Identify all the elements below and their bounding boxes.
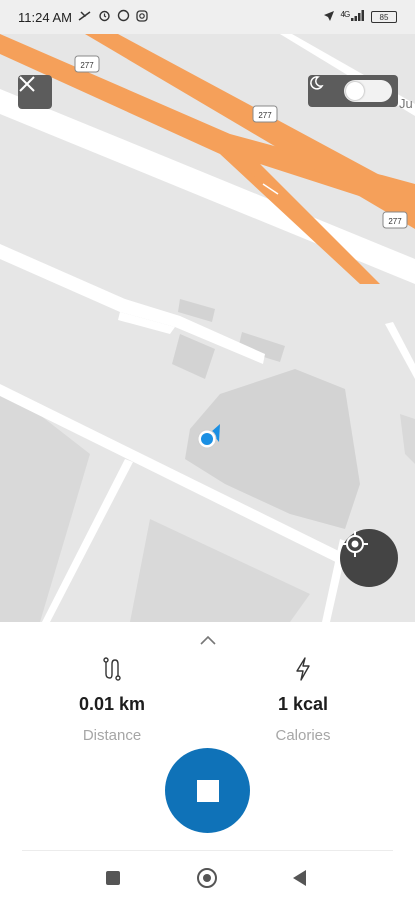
back-icon[interactable] xyxy=(293,870,306,886)
stop-workout-button[interactable] xyxy=(165,748,250,833)
missed-call-icon xyxy=(78,10,92,25)
calories-label: Calories xyxy=(275,727,331,744)
whatsapp-icon xyxy=(117,9,130,25)
location-arrow-icon xyxy=(323,10,335,25)
distance-value: 0.01 km xyxy=(78,694,146,714)
crosshair-icon xyxy=(342,531,368,557)
map-view[interactable]: 277 277 277 Ju xyxy=(0,34,415,622)
toggle-knob xyxy=(346,82,364,100)
route-shield-label: 277 xyxy=(80,61,94,70)
alarm-icon xyxy=(98,9,111,25)
network-label: 4G xyxy=(340,10,351,19)
locate-me-button[interactable] xyxy=(340,529,398,587)
divider xyxy=(22,850,393,851)
calories-value: 1 kcal xyxy=(277,694,329,714)
route-icon xyxy=(32,656,192,682)
recents-icon[interactable] xyxy=(106,871,120,885)
calories-stat: 1 kcal Calories xyxy=(223,656,383,744)
signal-icon: 4G xyxy=(341,10,365,24)
activity-panel: 0.01 km Distance 1 kcal Calories xyxy=(0,622,415,900)
stop-icon xyxy=(196,779,219,802)
route-shield-label: 277 xyxy=(258,111,272,120)
close-icon xyxy=(19,76,35,92)
system-nav-bar xyxy=(0,856,415,900)
status-time: 11:24 AM xyxy=(18,9,72,25)
route-shield-label: 277 xyxy=(388,217,402,226)
battery-level: 85 xyxy=(379,12,389,22)
distance-stat: 0.01 km Distance xyxy=(32,656,192,744)
toggle-switch[interactable] xyxy=(344,80,392,102)
home-icon[interactable] xyxy=(197,868,217,888)
close-button[interactable] xyxy=(18,75,52,109)
lightning-icon xyxy=(223,656,383,682)
street-label: Ju xyxy=(399,96,413,111)
route-shield: 277 xyxy=(74,55,100,73)
route-shield: 277 xyxy=(382,211,408,229)
status-bar: 11:24 AM 4G 85 xyxy=(0,0,415,34)
distance-label: Distance xyxy=(82,727,142,744)
battery-icon: 85 xyxy=(371,11,397,23)
route-shield: 277 xyxy=(252,105,278,123)
instagram-icon xyxy=(136,9,148,25)
dark-mode-toggle[interactable] xyxy=(308,75,398,107)
chevron-up-icon[interactable] xyxy=(195,630,221,650)
